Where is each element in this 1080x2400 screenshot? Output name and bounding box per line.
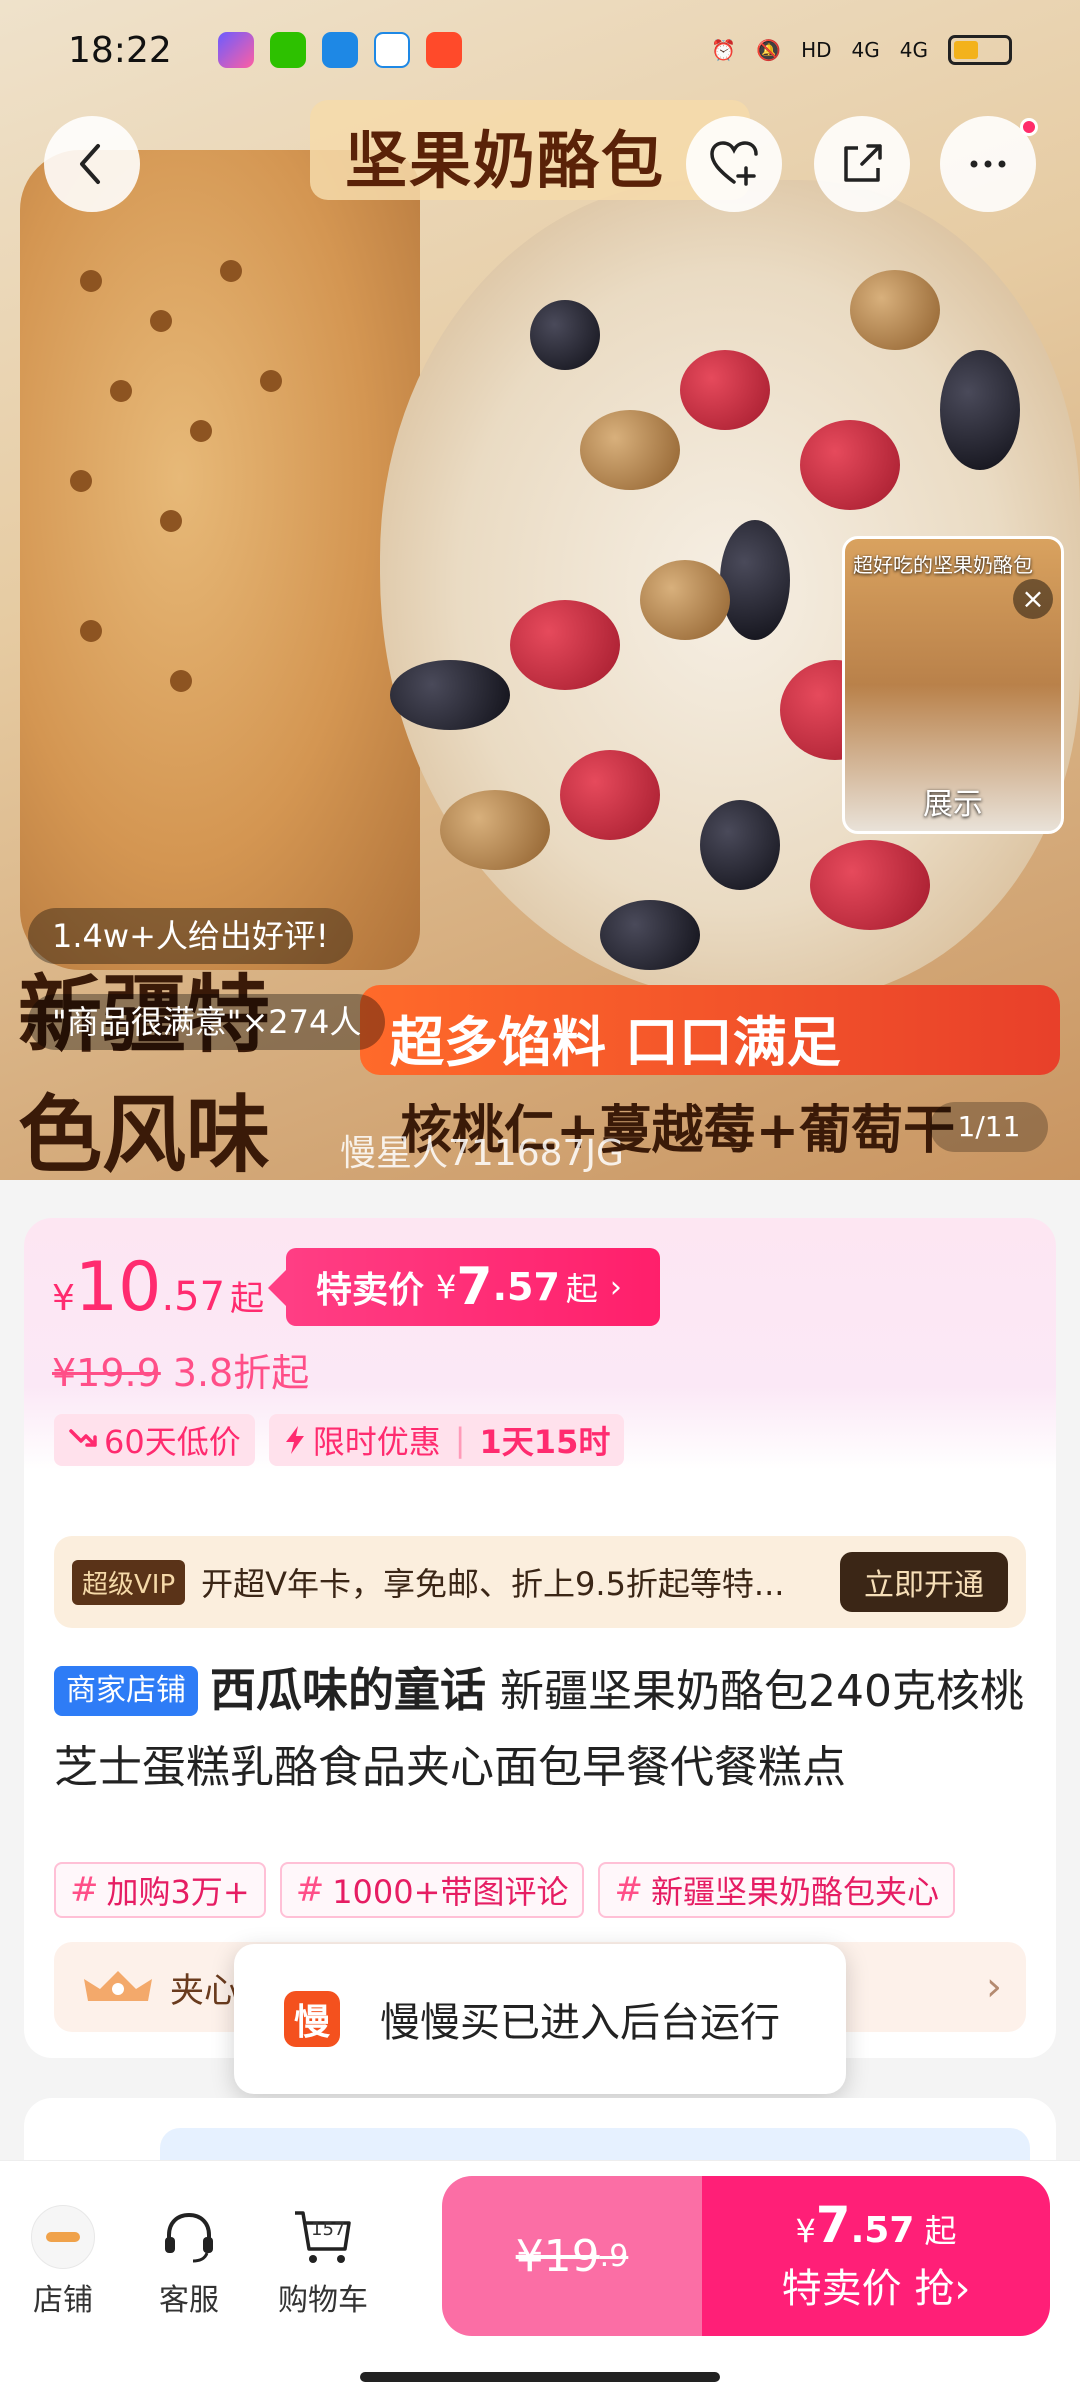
hero-banner-left-line2: 色风味 <box>18 1086 271 1180</box>
product-title-text: 新疆坚果奶酪包240克核桃芝士蛋糕乳酪食品夹心面包早餐代餐糕点 <box>54 1666 1024 1793</box>
wechat-icon <box>270 32 306 68</box>
favorite-button[interactable] <box>686 116 782 212</box>
low-price-badge: 60天低价 <box>54 1414 255 1466</box>
limited-offer-badge: 限时优惠 | 1天15时 <box>268 1414 625 1466</box>
shop-type-tag: 商家店铺 <box>54 1666 198 1716</box>
sale-price-tag[interactable]: 特卖价 ¥7.57 起 › <box>268 1248 660 1326</box>
product-title: 商家店铺 西瓜味的童话 新疆坚果奶酪包240克核桃芝士蛋糕乳酪食品夹心面包早餐代餐… <box>54 1652 1034 1806</box>
chevron-right-icon: › <box>609 1269 622 1305</box>
more-icon <box>970 160 1006 168</box>
app-notification-icon <box>218 32 254 68</box>
share-button[interactable] <box>814 116 910 212</box>
toast-text: 慢慢买已进入后台运行 <box>380 2000 780 2046</box>
battery-icon <box>948 35 1012 65</box>
tag-add-cart[interactable]: # 加购3万+ <box>54 1862 266 1918</box>
crown-icon <box>84 1971 152 2001</box>
headset-icon <box>165 2212 213 2263</box>
notification-app-icons <box>218 32 462 68</box>
back-arrow-icon <box>80 144 100 184</box>
mini-video-player[interactable]: 超好吃的坚果奶酪包 × 展示 <box>842 536 1064 834</box>
vip-text: 开超V年卡，享免邮、折上9.5折起等特... <box>201 1565 785 1603</box>
cart-button[interactable]: 157 购物车 <box>268 2205 378 2319</box>
current-price: ¥10.57 起 <box>52 1248 265 1327</box>
signal-icon-2: 4G <box>899 38 928 62</box>
sale-buy-button[interactable]: ¥7.57 起 特卖价 抢› <box>702 2176 1050 2336</box>
video-app-icon <box>426 32 462 68</box>
map-icon <box>374 32 410 68</box>
review-highlight-pill: 1.4w+人给出好评! <box>28 908 353 964</box>
rank-text: 夹心 <box>170 1970 238 2011</box>
customer-service-button[interactable]: 客服 <box>134 2205 244 2319</box>
share-icon <box>844 144 882 182</box>
shop-name[interactable]: 西瓜味的童话 <box>210 1663 486 1717</box>
background-running-toast: 慢 慢慢买已进入后台运行 <box>234 1944 846 2094</box>
lightning-icon <box>285 1426 304 1454</box>
chevron-right-icon: › <box>986 1964 1002 2010</box>
status-bar: 18:22 ⏰ 🔕 HD 4G 4G <box>0 0 1080 100</box>
close-icon[interactable]: × <box>1013 579 1053 619</box>
review-count-pill: "商品很满意"×274人 <box>28 994 386 1050</box>
original-price-buy-button[interactable]: ¥19.9 <box>442 2176 702 2336</box>
status-time: 18:22 <box>68 29 172 71</box>
original-price: ¥19.9 <box>52 1351 161 1395</box>
vip-tag: 超级VIP <box>72 1559 186 1605</box>
image-page-counter: 1/11 <box>930 1102 1048 1152</box>
mute-icon: 🔕 <box>756 38 782 62</box>
app-logo-icon: 慢 <box>284 1991 340 2047</box>
alarm-icon: ⏰ <box>711 38 737 62</box>
trend-down-icon <box>69 1429 97 1447</box>
product-image-carousel[interactable]: 坚果奶酪包 超多馅料 口口满足 新疆特 色风味 核桃仁+蔓越莓+葡萄干 1.4w… <box>0 0 1080 1180</box>
image-watermark: 慢星人711687JG <box>340 1133 624 1174</box>
hero-title: 坚果奶酪包 <box>345 124 666 197</box>
sale-price-label: 特卖价 <box>316 1270 425 1311</box>
home-indicator[interactable] <box>360 2372 720 2382</box>
signal-icon: 4G <box>851 38 880 62</box>
countdown: 1天15时 <box>479 1423 611 1461</box>
status-indicators: ⏰ 🔕 HD 4G 4G <box>711 35 1012 65</box>
cart-count: 157 <box>311 2219 346 2240</box>
bread-illustration <box>20 150 420 970</box>
product-tags: # 加购3万+ #1000+带图评论 # 新疆坚果奶酪包夹心 <box>54 1862 1014 1918</box>
hero-red-banner-text: 超多馅料 口口满足 <box>390 1011 841 1074</box>
tag-photo-reviews[interactable]: #1000+带图评论 <box>279 1862 585 1918</box>
vip-promo-bar[interactable]: 超级VIP 开超V年卡，享免邮、折上9.5折起等特... 立即开通 <box>54 1536 1026 1628</box>
tag-category[interactable]: # 新疆坚果奶酪包夹心 <box>598 1862 955 1918</box>
promo-badges: 60天低价 限时优惠 | 1天15时 <box>54 1414 625 1466</box>
chevron-right-icon: › <box>954 2266 971 2312</box>
favorite-add-icon <box>710 141 758 186</box>
discount-rate: 3.8折起 <box>172 1351 310 1395</box>
store-logo-icon <box>31 2205 95 2269</box>
hd-icon: HD <box>801 38 832 62</box>
mini-video-title: 超好吃的坚果奶酪包 <box>853 553 1033 577</box>
more-button[interactable] <box>940 116 1038 212</box>
vip-open-button[interactable]: 立即开通 <box>840 1552 1008 1612</box>
browser-icon <box>322 32 358 68</box>
mini-video-label: 展示 <box>923 787 983 822</box>
store-button[interactable]: 店铺 <box>8 2205 118 2319</box>
back-button[interactable] <box>44 116 140 212</box>
original-price-line: ¥19.9 3.8折起 <box>52 1342 309 1397</box>
notification-dot <box>1020 118 1038 136</box>
